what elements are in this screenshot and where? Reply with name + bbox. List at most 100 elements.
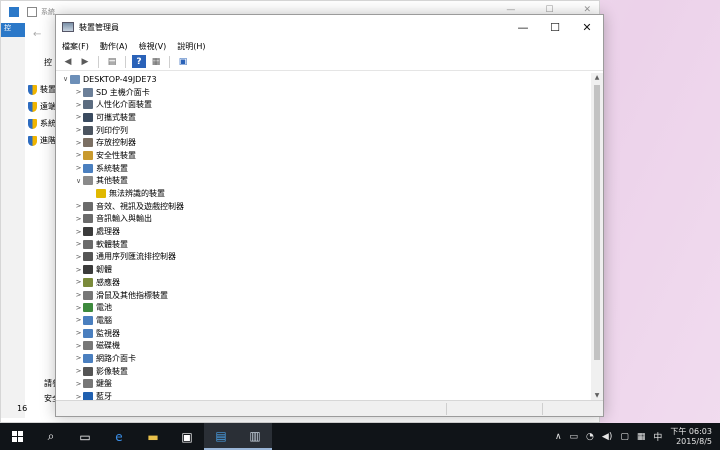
menu-file[interactable]: 檔案(F) <box>62 41 89 52</box>
expand-chevron-icon[interactable]: > <box>74 113 83 121</box>
tree-item[interactable]: > 韌體 <box>56 263 593 276</box>
expand-chevron-icon[interactable]: > <box>74 304 83 312</box>
tree-item[interactable]: > 藍牙 <box>56 390 593 400</box>
tree-item[interactable]: > 電腦 <box>56 314 593 327</box>
expand-chevron-icon[interactable]: > <box>74 393 83 400</box>
close-button[interactable]: ✕ <box>571 15 603 39</box>
monitor-icon <box>83 328 93 338</box>
tree-item[interactable]: > 人性化介面裝置 <box>56 98 593 111</box>
expand-chevron-icon[interactable]: > <box>74 266 83 274</box>
toolbar: ◀ ▶ ▤ ? ▦ ▣ <box>56 53 603 71</box>
vertical-scrollbar[interactable]: ▲ ▼ <box>591 73 603 400</box>
tree-item[interactable]: > 滑鼠及其他指標裝置 <box>56 289 593 302</box>
touch-keyboard-icon[interactable]: ▦ <box>637 432 646 442</box>
expand-chevron-icon[interactable]: > <box>74 228 83 236</box>
tree-root[interactable]: ∨ DESKTOP-49JDE73 <box>56 73 593 86</box>
side-item-system[interactable]: 系統 <box>28 115 56 132</box>
taskbar-app-button[interactable]: ▥ <box>238 423 272 450</box>
tree-item[interactable]: > 監視器 <box>56 327 593 340</box>
taskbar-app-button[interactable]: ▣ <box>170 423 204 450</box>
tree-item[interactable]: > 存放控制器 <box>56 136 593 149</box>
background-nav-selected[interactable]: 控 <box>1 23 25 37</box>
tree-item[interactable]: > 影像裝置 <box>56 365 593 378</box>
minimize-button[interactable]: — <box>507 15 539 39</box>
network-icon[interactable]: ◔ <box>586 432 594 442</box>
expand-chevron-icon[interactable]: > <box>74 329 83 337</box>
tree-item[interactable]: > 音效、視訊及遊戲控制器 <box>56 200 593 213</box>
expand-chevron-icon[interactable]: > <box>74 354 83 362</box>
expand-chevron-icon[interactable]: > <box>74 164 83 172</box>
system-window-icon <box>9 7 19 17</box>
tree-item[interactable]: > 列印佇列 <box>56 124 593 137</box>
collapse-chevron-icon[interactable]: ∨ <box>74 177 83 185</box>
tree-item-label: SD 主機介面卡 <box>96 87 150 97</box>
search-button[interactable]: ⌕ <box>34 423 68 450</box>
tree-item[interactable]: > 可攜式裝置 <box>56 111 593 124</box>
properties-button[interactable]: ▦ <box>149 55 163 68</box>
taskbar-app-button[interactable]: ▤ <box>204 423 238 450</box>
task-view-button[interactable]: ▭ <box>68 423 102 450</box>
action-center-icon[interactable]: ▢ <box>620 432 629 442</box>
tree-item[interactable]: > 處理器 <box>56 225 593 238</box>
expand-chevron-icon[interactable]: > <box>74 88 83 96</box>
tree-item[interactable]: > 鍵盤 <box>56 378 593 391</box>
taskbar-app-button[interactable]: ▬ <box>136 423 170 450</box>
help-button[interactable]: ? <box>132 55 146 68</box>
menu-view[interactable]: 檢視(V) <box>139 41 167 52</box>
side-item-remote[interactable]: 遠端 <box>28 98 56 115</box>
tree-item[interactable]: > 通用序列匯流排控制器 <box>56 251 593 264</box>
side-item-advanced[interactable]: 進階 <box>28 132 56 149</box>
background-nav-partial[interactable]: 控 <box>44 57 52 68</box>
show-hide-console-tree-button[interactable]: ▤ <box>105 55 119 68</box>
expand-chevron-icon[interactable]: > <box>74 291 83 299</box>
scroll-up-arrow-icon[interactable]: ▲ <box>591 74 603 81</box>
tree-item[interactable]: ∨ 其他裝置 <box>56 175 593 188</box>
input-method-indicator[interactable]: 中 <box>653 430 662 443</box>
volume-icon[interactable]: ◀) <box>602 432 612 442</box>
scan-hardware-button[interactable]: ▣ <box>176 55 190 68</box>
menu-help[interactable]: 說明(H) <box>177 41 205 52</box>
show-hidden-icons-chevron-icon[interactable]: ∧ <box>555 432 562 442</box>
expand-chevron-icon[interactable]: > <box>74 151 83 159</box>
expand-chevron-icon[interactable]: > <box>74 215 83 223</box>
expand-chevron-icon[interactable]: > <box>74 139 83 147</box>
tree-item[interactable]: > SD 主機介面卡 <box>56 86 593 99</box>
expand-chevron-icon[interactable]: > <box>74 253 83 261</box>
expand-chevron-icon[interactable]: > <box>74 380 83 388</box>
tree-item[interactable]: 無法辨識的裝置 <box>56 187 593 200</box>
side-item-device[interactable]: 裝置 <box>28 81 56 98</box>
clock[interactable]: 下午 06:03 2015/8/5 <box>670 427 712 447</box>
tree-item[interactable]: > 網路介面卡 <box>56 352 593 365</box>
taskbar-app-button[interactable]: e <box>102 423 136 450</box>
menu-action[interactable]: 動作(A) <box>100 41 128 52</box>
back-arrow-icon[interactable]: ← <box>33 29 41 40</box>
expand-chevron-icon[interactable]: > <box>74 342 83 350</box>
expand-chevron-icon[interactable]: > <box>74 278 83 286</box>
device-tree[interactable]: ∨ DESKTOP-49JDE73 > SD 主機介面卡 > 人性化介面裝置 > 可攜式裝置 >… <box>56 73 593 400</box>
tree-item[interactable]: > 軟體裝置 <box>56 238 593 251</box>
tree-item[interactable]: > 安全性裝置 <box>56 149 593 162</box>
expand-chevron-icon[interactable]: > <box>74 101 83 109</box>
tree-item[interactable]: > 系統裝置 <box>56 162 593 175</box>
expand-chevron-icon[interactable]: > <box>74 126 83 134</box>
collapse-chevron-icon[interactable]: ∨ <box>61 75 70 83</box>
scrollbar-thumb[interactable] <box>594 85 600 360</box>
device-manager-titlebar[interactable]: 裝置管理員 — ☐ ✕ <box>56 15 603 39</box>
tree-item[interactable]: > 音訊輸入與輸出 <box>56 213 593 226</box>
tree-item[interactable]: > 電池 <box>56 301 593 314</box>
maximize-button[interactable]: ☐ <box>539 15 571 39</box>
tree-item[interactable]: > 磁碟機 <box>56 339 593 352</box>
device-manager-window[interactable]: 裝置管理員 — ☐ ✕ 檔案(F) 動作(A) 檢視(V) 說明(H) ◀ ▶ … <box>55 14 604 417</box>
expand-chevron-icon[interactable]: > <box>74 240 83 248</box>
start-button[interactable] <box>0 423 34 450</box>
tree-item[interactable]: > 感應器 <box>56 276 593 289</box>
tree-item-label: 系統裝置 <box>96 163 128 173</box>
back-button[interactable]: ◀ <box>61 55 75 68</box>
expand-chevron-icon[interactable]: > <box>74 316 83 324</box>
system-app-icon: ▤ <box>215 428 227 443</box>
battery-icon[interactable]: ▭ <box>570 432 579 442</box>
expand-chevron-icon[interactable]: > <box>74 202 83 210</box>
forward-button[interactable]: ▶ <box>78 55 92 68</box>
scroll-down-arrow-icon[interactable]: ▼ <box>591 392 603 399</box>
expand-chevron-icon[interactable]: > <box>74 367 83 375</box>
